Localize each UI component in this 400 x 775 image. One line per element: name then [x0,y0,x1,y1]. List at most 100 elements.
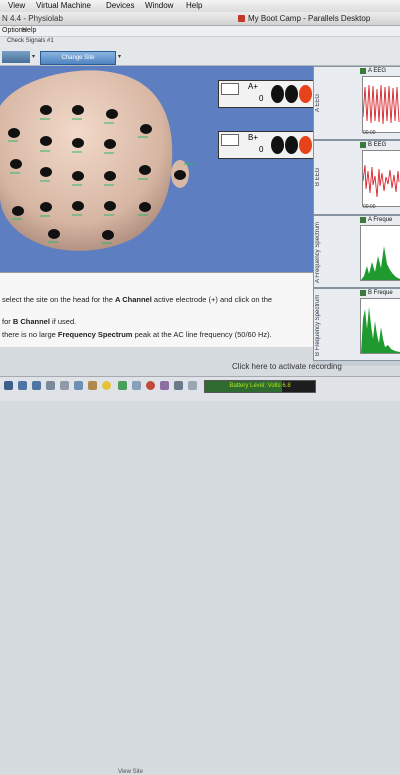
graph-badge-icon[interactable] [360,217,366,223]
battery-text: Battery Level: Volts 6.8 [229,383,291,389]
b-eeg-title: B EEG [368,142,387,148]
print-icon[interactable] [60,381,69,390]
a-spectrum-fill [361,246,400,280]
chevron-down-icon[interactable]: ▾ [118,53,121,60]
electrode-site [72,138,84,148]
channel-b-value: 0 [259,145,264,154]
channel-a-swatch [221,83,239,95]
menu-help[interactable]: Help [186,1,202,10]
menu-window[interactable]: Window [145,1,173,10]
check-signals-button[interactable] [2,51,30,63]
a-spectrum-title: A Freque [368,217,393,223]
toolbar: Check Signals #1 ▾ Change Site ▾ [0,37,400,66]
channel-a-dot [271,85,284,103]
electrode-site [72,105,84,115]
parallels-icon [238,15,245,22]
person-icon[interactable] [132,381,141,390]
head-shape [0,70,173,251]
electrode-site [48,229,60,239]
tools-icon[interactable] [160,381,169,390]
chevron-down-icon[interactable]: ▾ [32,53,35,60]
check-icon[interactable] [118,381,127,390]
edit-icon[interactable] [88,381,97,390]
electrode-site [104,201,116,211]
graph-badge-icon[interactable] [360,68,366,74]
b-spectrum-title: B Freque [368,290,393,296]
channel-b-box[interactable]: B+ 0 [218,131,314,159]
electrode-site [139,165,151,175]
instruction-line-3: there is no large Frequency Spectrum pea… [2,330,272,339]
head-diagram [0,70,194,251]
electrode-site [102,230,114,240]
a-eeg-plot [362,76,400,133]
stop-icon[interactable] [146,381,155,390]
zoom-icon[interactable] [74,381,83,390]
settings-icon[interactable] [174,381,183,390]
record-icon[interactable] [4,381,13,390]
app-menu-bar: Options Help [0,26,400,37]
a-spectrum-axis-label: A Frequency Spectrum [315,221,321,283]
electrode-site [72,171,84,181]
channel-b-dot [299,136,312,154]
check-signals-label: Check Signals #1 [7,38,54,44]
parallels-window-title: My Boot Camp - Parallels Desktop [248,14,371,23]
head-panel [0,66,217,272]
channel-a-dot [285,85,298,103]
a-eeg-axis-label: A EEG [315,94,321,113]
instruction-line-1: select the site on the head for the A Ch… [2,295,273,304]
electrode-site [139,202,151,212]
a-eeg-panel: A EEG A EEG 00:00 [313,66,400,140]
b-eeg-trace [362,164,400,198]
electrode-site [72,201,84,211]
channel-a-value: 0 [259,94,264,103]
a-spectrum-plot [360,225,400,281]
forward-icon[interactable] [32,381,41,390]
graph-badge-icon[interactable] [360,290,366,296]
change-site-button[interactable]: Change Site [40,51,116,65]
instructions-panel: select the site on the head for the A Ch… [0,272,313,347]
electrode-site [40,105,52,115]
activate-recording-link[interactable]: Click here to activate recording [232,362,400,376]
electrode-site [40,202,52,212]
electrode-site [12,206,24,216]
electrode-site [174,170,186,180]
menu-help-app[interactable]: Help [22,27,36,34]
channel-b-dot [285,136,298,154]
a-spectrum-panel: A Frequency Spectrum A Freque [313,215,400,288]
marker-icon[interactable] [46,381,55,390]
channel-b-dot [271,136,284,154]
a-eeg-tick: 00:00 [363,130,376,136]
graph-badge-icon[interactable] [360,142,366,148]
bottom-toolbar: View Site [0,376,400,775]
lightbulb-icon[interactable] [102,381,111,390]
a-eeg-trace [362,84,400,125]
b-eeg-plot [362,150,400,207]
electrode-site [106,109,118,119]
electrode-site [104,139,116,149]
help-icon[interactable] [188,381,197,390]
b-spectrum-panel: B Frequency Spectrum B Freque [313,288,400,361]
b-spectrum-plot [360,298,400,354]
battery-indicator: Battery Level: Volts 6.8 [204,380,316,393]
a-eeg-title: A EEG [368,68,387,74]
view-site-label: View Site [118,769,143,775]
channel-a-box[interactable]: A+ 0 [218,80,314,108]
electrode-site [8,128,20,138]
b-spectrum-fill [361,307,400,353]
electrode-site [40,167,52,177]
electrode-site [10,159,22,169]
channel-b-swatch [221,134,239,146]
channel-a-label: A+ [248,82,259,91]
channel-a-dot [299,85,312,103]
channel-b-label: B+ [248,133,259,142]
window-title-bar: N 4.4 - Physiolab My Boot Camp - Paralle… [0,12,400,26]
menu-view[interactable]: View [8,1,25,10]
b-eeg-axis-label: B EEG [315,167,321,187]
menu-devices[interactable]: Devices [106,1,134,10]
electrode-site [40,136,52,146]
b-eeg-tick: 00:00 [363,204,376,210]
menu-virtual-machine[interactable]: Virtual Machine [36,1,91,10]
back-icon[interactable] [18,381,27,390]
b-spectrum-axis-label: B Frequency Spectrum [315,294,321,356]
electrode-site [104,171,116,181]
